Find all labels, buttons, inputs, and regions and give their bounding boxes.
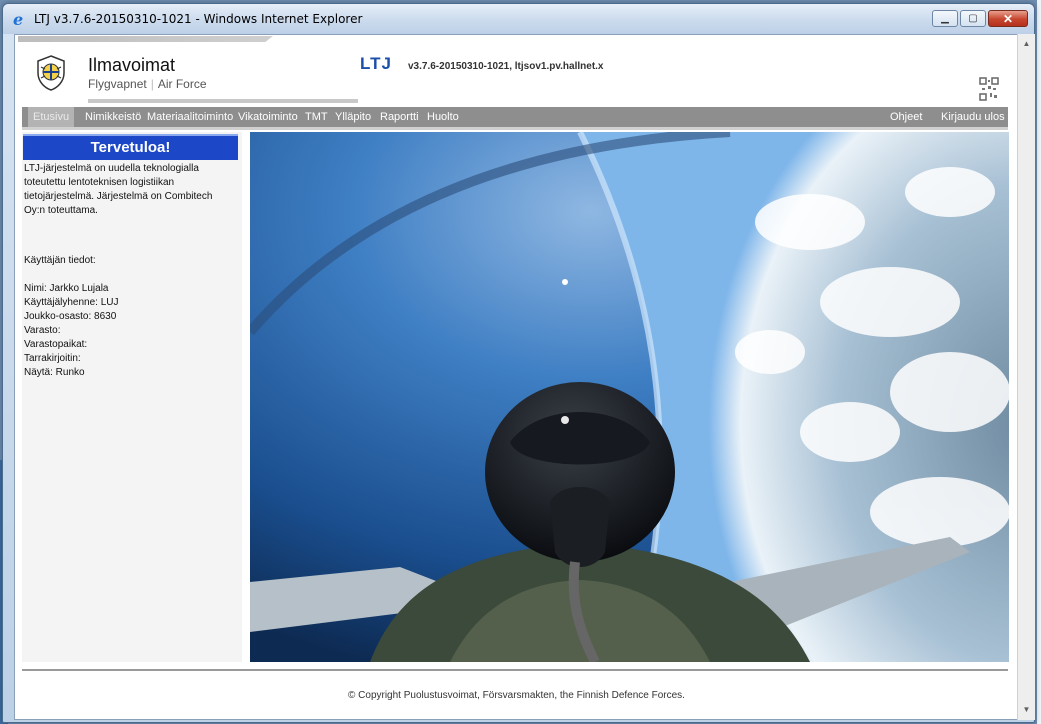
scroll-up-arrow-icon[interactable]: ▲	[1018, 36, 1035, 52]
main-nav: Etusivu Nimikkeistö Materiaalitoiminto V…	[22, 107, 1008, 130]
minimize-button[interactable]: ▁	[932, 10, 958, 27]
restore-icon: ▢	[968, 13, 978, 24]
user-field-view: Näytä: Runko	[24, 367, 85, 378]
restore-button[interactable]: ▢	[960, 10, 986, 27]
user-info-fields: Nimi: Jarkko Lujala Käyttäjälyhenne: LUJ…	[24, 282, 119, 380]
page-viewport: Ilmavoimat Flygvapnet | Air Force LTJ v3.7…	[14, 34, 1019, 720]
sidebar-panel: Tervetuloa! LTJ-järjestelmä on uudella t…	[22, 132, 242, 662]
title-bar[interactable]: e LTJ v3.7.6-20150310-1021 - Windows Int…	[3, 4, 1034, 34]
intro-text: LTJ-järjestelmä on uudella teknologialla…	[24, 163, 213, 216]
scroll-down-arrow-icon[interactable]: ▼	[1018, 702, 1035, 718]
nav-ohjeet[interactable]: Ohjeet	[885, 107, 927, 127]
nav-huolto[interactable]: Huolto	[422, 107, 464, 127]
org-sub-english: Air Force	[157, 77, 207, 91]
footer-divider	[22, 669, 1008, 671]
qr-code-icon	[979, 77, 999, 101]
user-field-name: Nimi: Jarkko Lujala	[24, 283, 109, 294]
loading-strip	[18, 36, 273, 42]
user-info-title: Käyttäjän tiedot:	[24, 255, 96, 266]
welcome-heading: Tervetuloa!	[23, 134, 238, 160]
hero-image-pilot-cockpit	[250, 132, 1009, 662]
vertical-scrollbar[interactable]: ▲ ▼	[1017, 34, 1035, 720]
desktop-background-right	[1037, 0, 1041, 724]
window-controls: ▁ ▢ ✕	[932, 10, 1028, 27]
header-divider	[88, 99, 358, 103]
nav-kirjaudu-ulos[interactable]: Kirjaudu ulos	[936, 107, 1010, 127]
close-icon: ✕	[1002, 11, 1014, 26]
nav-etusivu[interactable]: Etusivu	[28, 107, 75, 127]
nav-raportti[interactable]: Raportti	[375, 107, 424, 127]
copyright-text: © Copyright Puolustusvoimat, Försvarsmak…	[348, 690, 685, 701]
org-name: Ilmavoimat	[88, 55, 176, 75]
ie-icon: e	[13, 10, 24, 29]
org-sub-swedish: Flygvapnet	[88, 77, 147, 91]
hero-illustration	[250, 132, 1009, 662]
minimize-icon: ▁	[941, 13, 949, 24]
window-title: LTJ v3.7.6-20150310-1021 - Windows Inter…	[34, 12, 363, 26]
nav-nimikkeisto[interactable]: Nimikkeistö	[80, 107, 146, 127]
app-version: v3.7.6-20150310-1021, ltjsov1.pv.hallnet…	[408, 61, 604, 72]
user-field-label-printer: Tarrakirjoitin:	[24, 353, 81, 364]
user-field-abbreviation: Käyttäjälyhenne: LUJ	[24, 297, 119, 308]
user-field-unit: Joukko-osasto: 8630	[24, 311, 117, 322]
user-field-storage-locations: Varastopaikat:	[24, 339, 88, 350]
app-logo: LTJ	[360, 54, 392, 73]
close-button[interactable]: ✕	[988, 10, 1028, 27]
nav-vikatoiminto[interactable]: Vikatoiminto	[233, 107, 303, 127]
air-force-crest-icon	[37, 55, 65, 91]
nav-yllapito[interactable]: Ylläpito	[330, 107, 376, 127]
nav-tmt[interactable]: TMT	[300, 107, 333, 127]
user-field-warehouse: Varasto:	[24, 325, 61, 336]
nav-materiaalitoiminto[interactable]: Materiaalitoiminto	[142, 107, 238, 127]
org-subtitle: Flygvapnet | Air Force	[88, 77, 207, 91]
browser-window: e LTJ v3.7.6-20150310-1021 - Windows Int…	[2, 3, 1035, 723]
